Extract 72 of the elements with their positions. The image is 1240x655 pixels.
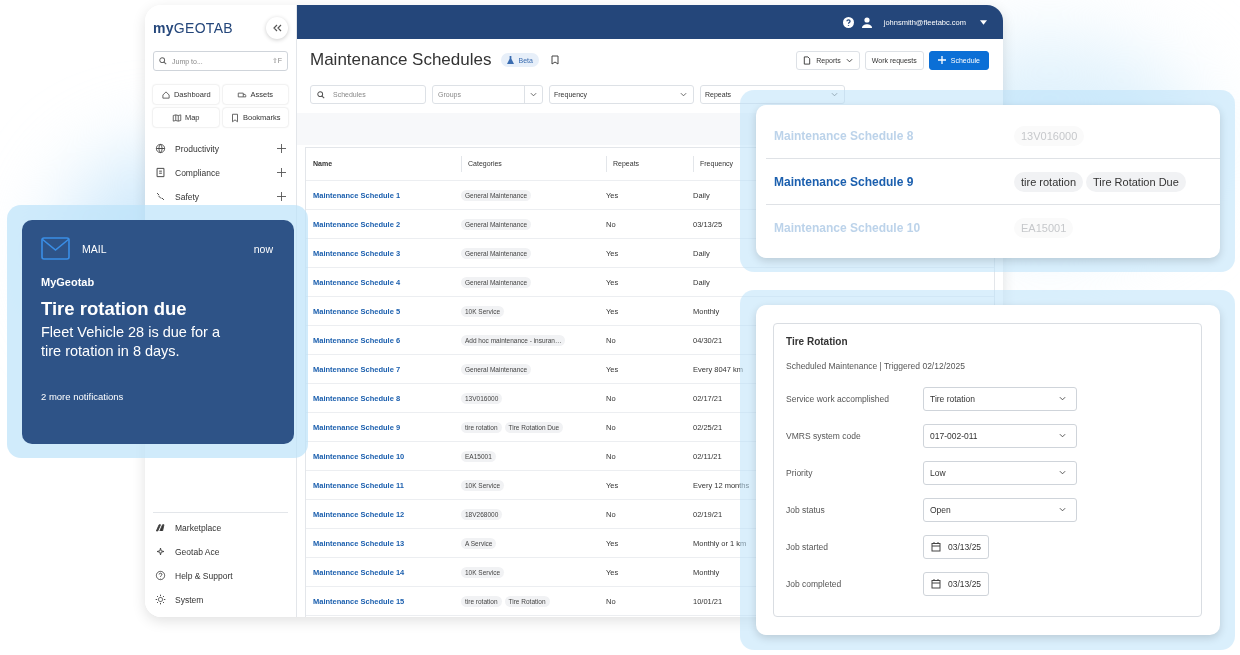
nav-item[interactable]: Safety — [153, 187, 288, 206]
select-field[interactable]: Low — [923, 460, 1077, 485]
more-notifications-link[interactable]: 2 more notifications — [41, 391, 275, 402]
nav-item[interactable]: Marketplace — [153, 518, 288, 537]
nav-label: System — [175, 594, 205, 605]
user-icon[interactable] — [861, 16, 872, 28]
field-label: Job status — [786, 504, 826, 515]
sender: MyGeotab — [41, 276, 96, 288]
calendar-icon — [931, 578, 941, 589]
plus-icon — [937, 56, 946, 64]
app-name: MAIL — [82, 242, 107, 255]
nav-item[interactable]: System — [153, 590, 288, 609]
nav-label: Help & Support — [175, 570, 234, 581]
calendar-icon — [931, 541, 941, 552]
document-icon — [155, 167, 166, 178]
notification-title: Tire rotation due — [41, 298, 188, 320]
chevron-down-icon — [680, 92, 687, 97]
field-label: Service work accomplished — [786, 393, 890, 404]
nav-item[interactable]: Productivity — [153, 139, 288, 158]
globe-icon — [155, 143, 166, 154]
nav-label: Marketplace — [175, 522, 223, 533]
nav-label: Geotab Ace — [175, 546, 221, 557]
nav-item[interactable]: Help & Support — [153, 566, 288, 585]
date-field[interactable]: 03/13/25 — [923, 534, 990, 559]
bookmark-icon[interactable] — [550, 55, 559, 65]
logo: myGEOTAB — [153, 20, 233, 36]
nav-label: Safety — [175, 191, 201, 202]
category-tag: Tire Rotation Due — [1086, 171, 1186, 192]
chevron-down-icon — [845, 57, 853, 63]
notification-body: Fleet Vehicle 28 is due for a tire rotation in 8 days. — [41, 323, 221, 361]
nav-item[interactable]: Compliance — [153, 163, 288, 182]
envelope-icon — [41, 237, 70, 260]
double-chevron-icon — [272, 24, 282, 32]
chevron-down-icon — [1059, 396, 1066, 401]
nav-label: Productivity — [175, 143, 220, 154]
caret-icon[interactable] — [980, 19, 987, 25]
plus-icon — [277, 168, 286, 177]
field-label: Job completed — [786, 578, 843, 589]
field-label: VMRS system code — [786, 430, 862, 441]
document-icon — [803, 55, 812, 65]
date-field[interactable]: 03/13/25 — [923, 571, 990, 596]
page-title: Maintenance Schedules — [310, 50, 492, 70]
collapse-button[interactable] — [266, 17, 288, 39]
plus-icon — [277, 144, 286, 153]
schedule-link[interactable]: Maintenance Schedule 9 — [774, 174, 1014, 189]
bookmark-icon — [230, 112, 240, 123]
select-field[interactable]: Tire rotation — [923, 386, 1077, 411]
map-icon — [171, 112, 182, 123]
category-tag: tire rotation — [1014, 171, 1084, 192]
nav-item[interactable]: Geotab Ace — [153, 542, 288, 561]
chevron-down-icon — [1059, 507, 1066, 512]
help-icon[interactable] — [842, 16, 854, 28]
house-icon — [160, 89, 171, 100]
nav-label: Compliance — [175, 167, 221, 178]
sparkle-icon — [155, 546, 166, 557]
chevron-down-icon — [530, 92, 537, 97]
settings-icon — [155, 594, 166, 605]
marketplace-icon — [155, 522, 166, 533]
chevron-down-icon — [1059, 433, 1066, 438]
plus-icon — [277, 192, 286, 201]
search-icon — [159, 57, 167, 65]
chevron-down-icon — [1059, 470, 1066, 475]
field-label: Priority — [786, 467, 814, 478]
timestamp: now — [253, 242, 273, 255]
chevron-down-icon — [831, 92, 838, 97]
help-icon — [155, 570, 166, 581]
search-icon — [317, 90, 325, 99]
panel-subtitle: Scheduled Maintenance | Triggered 02/12/2025 — [786, 361, 966, 371]
select-field[interactable]: 017-002-011 — [923, 423, 1077, 448]
panel-title: Tire Rotation — [786, 336, 849, 347]
select-field[interactable]: Open — [923, 497, 1077, 522]
field-label: Job started — [786, 541, 830, 552]
